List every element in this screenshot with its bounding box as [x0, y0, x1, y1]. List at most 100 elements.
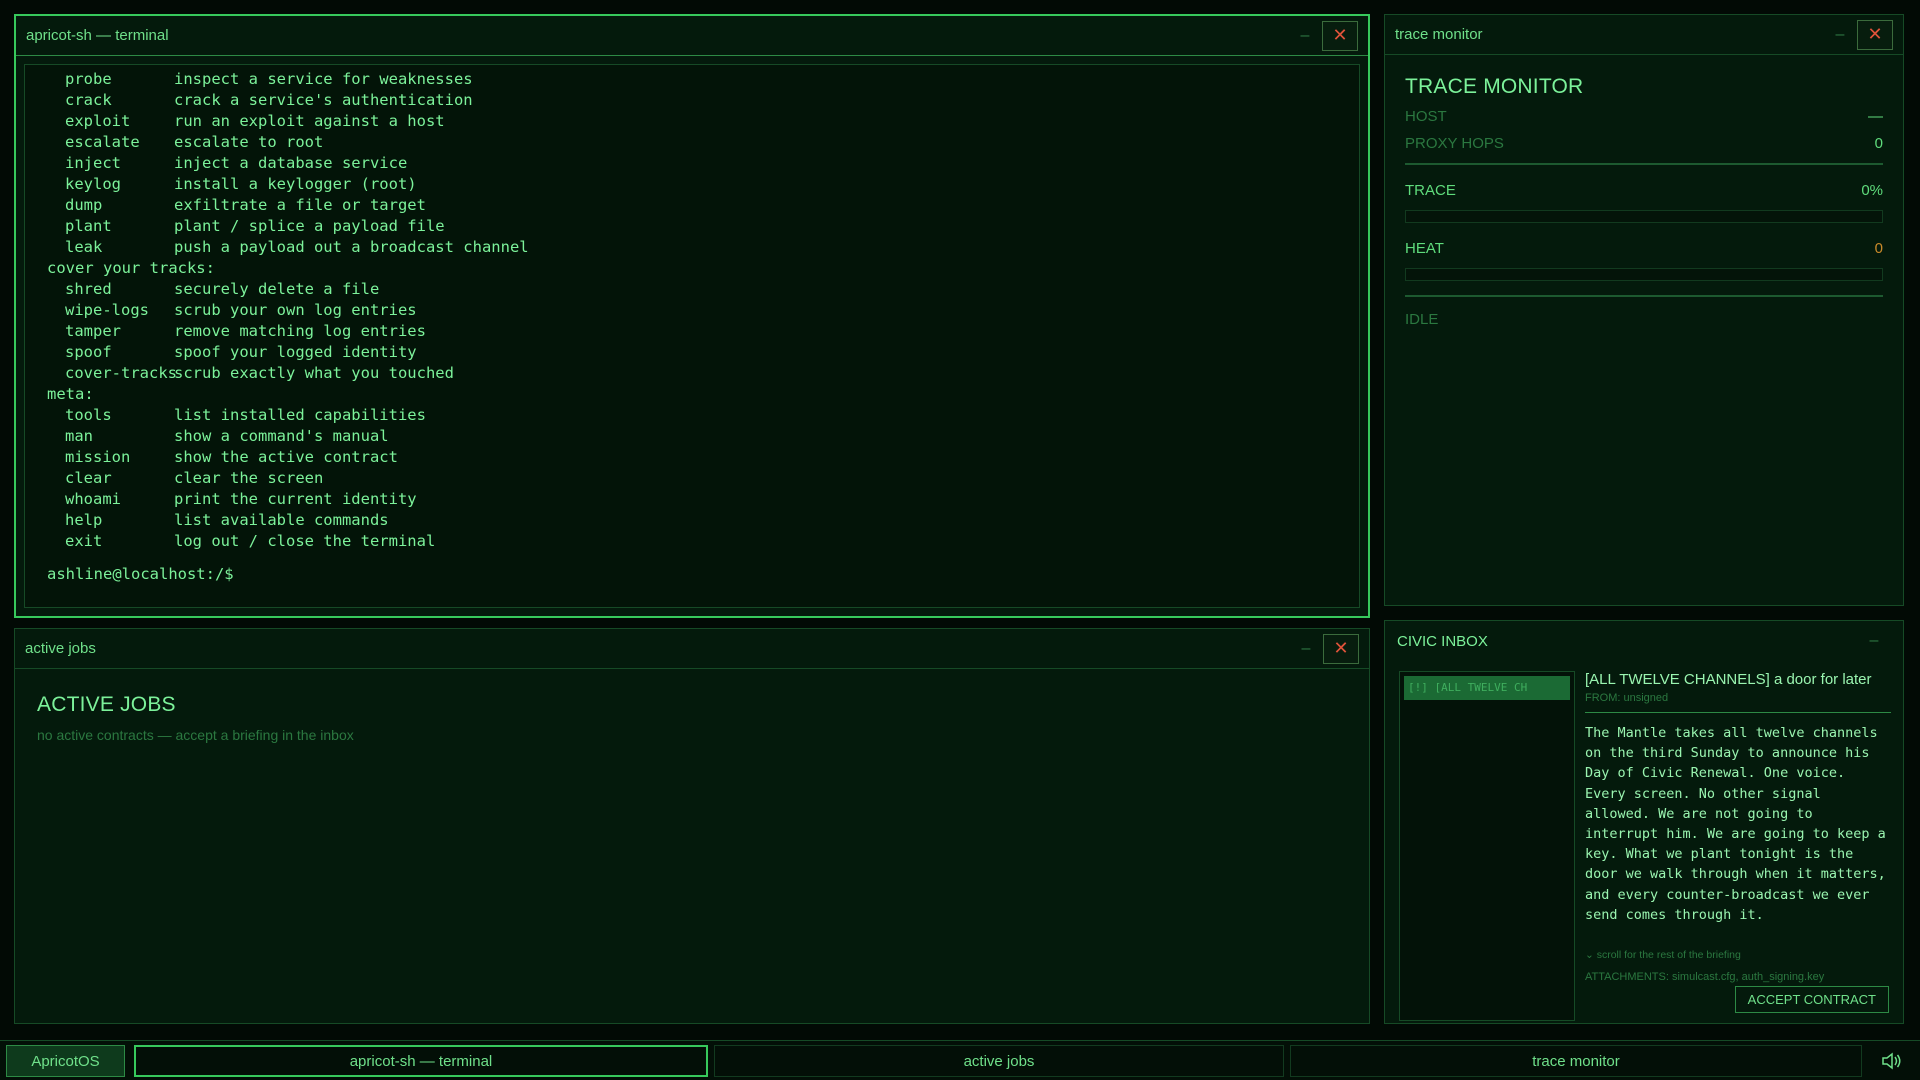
command-name: leak	[65, 238, 103, 256]
terminal-line: tamper remove matching log entries	[47, 321, 1359, 342]
terminal-title: apricot-sh — terminal	[26, 27, 169, 44]
terminal-line: leak push a payload out a broadcast chann…	[47, 237, 1359, 258]
command-name: help	[65, 511, 103, 529]
trace-monitor-titlebar[interactable]: trace monitor – ✕	[1385, 15, 1903, 55]
speaker-icon[interactable]	[1870, 1045, 1914, 1077]
command-description: escalate to root	[174, 133, 324, 151]
active-jobs-window[interactable]: active jobs – ✕ ACTIVE JOBS no active co…	[14, 628, 1370, 1024]
command-description: scrub your own log entries	[174, 301, 417, 319]
task-active-jobs[interactable]: active jobs	[714, 1045, 1284, 1077]
command-name: probe	[65, 70, 112, 88]
command-description: install a keylogger (root)	[174, 175, 417, 193]
trace-status: IDLE	[1405, 311, 1439, 328]
terminal-line: dump exfiltrate a file or target	[47, 195, 1359, 216]
command-description: clear the screen	[174, 469, 324, 487]
terminal-line: inject inject a database service	[47, 153, 1359, 174]
terminal-line: probe inspect a service for weaknesses	[47, 69, 1359, 90]
command-name: cover-tracks	[65, 364, 177, 382]
terminal-line: wipe-logs scrub your own log entries	[47, 300, 1359, 321]
command-description: list available commands	[174, 511, 389, 529]
task-trace-monitor[interactable]: trace monitor	[1290, 1045, 1862, 1077]
terminal-output[interactable]: probe inspect a service for weaknesses cra…	[24, 64, 1360, 608]
civic-inbox-window[interactable]: CIVIC INBOX – [!] [ALL TWELVE CH [ALL TW…	[1384, 620, 1904, 1024]
trace-bar	[1405, 210, 1883, 223]
close-icon[interactable]: ✕	[1322, 20, 1358, 51]
minimize-icon[interactable]: –	[1823, 20, 1857, 50]
terminal-section-heading: cover your tracks:	[47, 258, 1359, 279]
command-name: escalate	[65, 133, 140, 151]
taskbar: ApricotOS apricot-sh — terminal active j…	[0, 1040, 1920, 1080]
terminal-line: plant plant / splice a payload file	[47, 216, 1359, 237]
command-name: wipe-logs	[65, 301, 149, 319]
trace-monitor-window[interactable]: trace monitor – ✕ TRACE MONITOR HOST — P…	[1384, 14, 1904, 606]
command-name: plant	[65, 217, 112, 235]
divider	[1405, 163, 1883, 165]
close-icon[interactable]: ✕	[1323, 633, 1359, 664]
proxy-hops-value: 0	[1874, 135, 1883, 152]
command-name: exit	[65, 532, 103, 550]
command-name: shred	[65, 280, 112, 298]
message-from: FROM: unsigned	[1585, 692, 1669, 704]
trace-value: 0%	[1861, 182, 1883, 199]
minimize-icon[interactable]: –	[1857, 626, 1891, 656]
command-description: list installed capabilities	[174, 406, 426, 424]
command-description: show the active contract	[174, 448, 398, 466]
command-description: push a payload out a broadcast channel	[174, 238, 529, 256]
terminal-prompt[interactable]: ashline@localhost:/$	[47, 564, 1359, 585]
trace-label: TRACE	[1405, 182, 1456, 199]
terminal-line: keylog install a keylogger (root)	[47, 174, 1359, 195]
scroll-hint: ⌄ scroll for the rest of the briefing	[1585, 949, 1741, 962]
active-jobs-titlebar[interactable]: active jobs – ✕	[15, 629, 1369, 669]
message-attachments[interactable]: ATTACHMENTS: simulcast.cfg, auth_signing…	[1585, 971, 1891, 983]
section-label: cover your tracks:	[47, 259, 215, 277]
command-name: crack	[65, 91, 112, 109]
command-name: spoof	[65, 343, 112, 361]
inbox-message-item[interactable]: [!] [ALL TWELVE CH	[1404, 676, 1570, 700]
command-name: inject	[65, 154, 121, 172]
command-name: exploit	[65, 112, 131, 130]
command-description: exfiltrate a file or target	[174, 196, 426, 214]
close-icon[interactable]: ✕	[1857, 19, 1893, 50]
command-name: man	[65, 427, 93, 445]
command-description: crack a service's authentication	[174, 91, 473, 109]
active-jobs-heading: ACTIVE JOBS	[37, 693, 176, 716]
host-label: HOST	[1405, 108, 1447, 125]
accept-contract-button[interactable]: ACCEPT CONTRACT	[1734, 986, 1889, 1013]
heat-label: HEAT	[1405, 240, 1444, 257]
command-name: dump	[65, 196, 103, 214]
trace-monitor-heading: TRACE MONITOR	[1405, 75, 1584, 98]
inbox-title: CIVIC INBOX	[1397, 632, 1488, 650]
inbox-message-list[interactable]: [!] [ALL TWELVE CH	[1399, 671, 1575, 1021]
command-description: show a command's manual	[174, 427, 389, 445]
command-name: whoami	[65, 490, 121, 508]
command-description: run an exploit against a host	[174, 112, 445, 130]
command-name: clear	[65, 469, 112, 487]
terminal-line: shred securely delete a file	[47, 279, 1359, 300]
terminal-line: spoof spoof your logged identity	[47, 342, 1359, 363]
command-description: print the current identity	[174, 490, 417, 508]
command-description: inspect a service for weaknesses	[174, 70, 473, 88]
host-value: —	[1868, 108, 1883, 125]
task-terminal[interactable]: apricot-sh — terminal	[134, 1045, 708, 1077]
minimize-icon[interactable]: –	[1289, 634, 1323, 664]
terminal-line: cover-tracks scrub exactly what you touch…	[47, 363, 1359, 384]
terminal-line: tools list installed capabilities	[47, 405, 1359, 426]
terminal-window[interactable]: apricot-sh — terminal – ✕ probe inspect a…	[14, 14, 1370, 618]
terminal-line: whoami print the current identity	[47, 489, 1359, 510]
message-body[interactable]: The Mantle takes all twelve channels on …	[1585, 723, 1891, 925]
minimize-icon[interactable]: –	[1288, 21, 1322, 51]
terminal-section-heading: meta:	[47, 384, 1359, 405]
command-description: log out / close the terminal	[174, 532, 436, 550]
command-description: scrub exactly what you touched	[174, 364, 454, 382]
terminal-line: exploit run an exploit against a host	[47, 111, 1359, 132]
command-name: tools	[65, 406, 112, 424]
terminal-line: escalate escalate to root	[47, 132, 1359, 153]
proxy-hops-label: PROXY HOPS	[1405, 135, 1504, 152]
terminal-line: mission show the active contract	[47, 447, 1359, 468]
start-button[interactable]: ApricotOS	[6, 1045, 125, 1077]
terminal-line: help list available commands	[47, 510, 1359, 531]
command-description: inject a database service	[174, 154, 408, 172]
heat-value: 0	[1874, 240, 1883, 257]
terminal-titlebar[interactable]: apricot-sh — terminal – ✕	[16, 16, 1368, 56]
divider	[1585, 712, 1891, 713]
